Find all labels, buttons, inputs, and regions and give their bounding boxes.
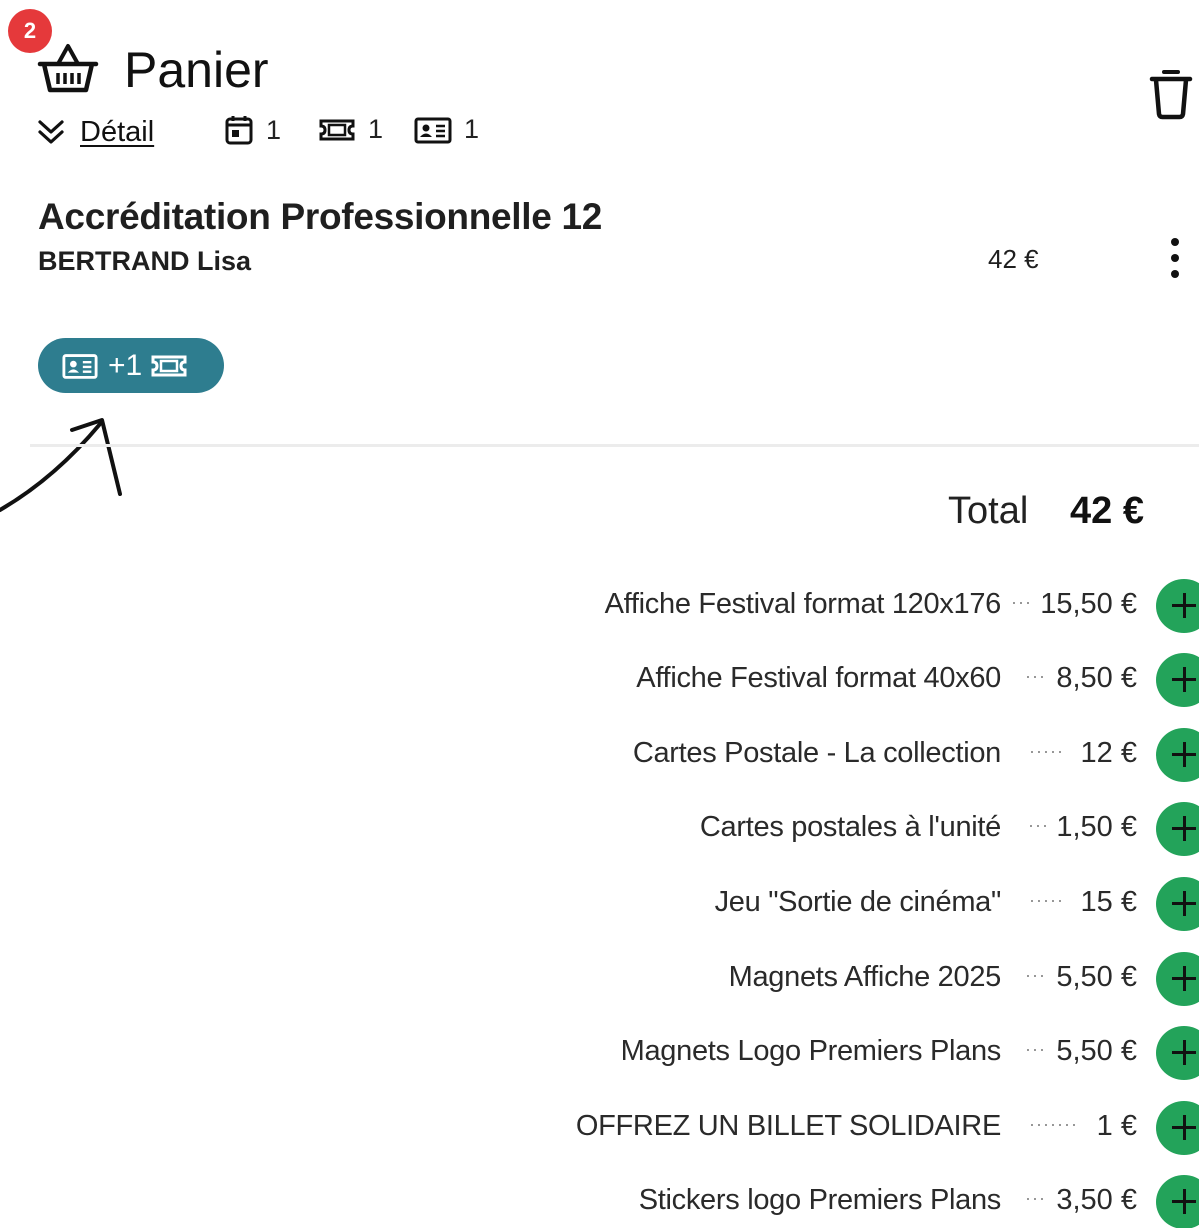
basket-icon <box>37 44 99 93</box>
cart-item-price: 42 € <box>988 244 1039 274</box>
page-title: Panier <box>124 42 269 98</box>
id-card-icon <box>414 117 452 143</box>
product-price: 5,50 € <box>1056 961 1137 993</box>
product-name: Jeu "Sortie de cinéma" <box>714 886 1002 918</box>
total-value: 42 € <box>1070 490 1144 532</box>
product-price: 15,50 € <box>1040 588 1137 620</box>
section-divider <box>30 444 1199 447</box>
add-product-button[interactable] <box>1156 1101 1199 1155</box>
hand-drawn-arrow-icon <box>0 418 122 512</box>
product-name: Affiche Festival format 120x176 <box>604 588 1002 620</box>
add-product-button[interactable] <box>1156 1026 1199 1080</box>
counter-dates-value: 1 <box>266 114 282 145</box>
product-price: 8,50 € <box>1056 662 1137 694</box>
product-row: OFFREZ UN BILLET SOLIDAIRE ······· 1 € <box>0 1100 1199 1156</box>
product-name: Magnets Affiche 2025 <box>728 961 1002 993</box>
ticket-icon <box>319 119 355 140</box>
add-ticket-to-pass-button[interactable]: +1 <box>38 338 224 393</box>
counter-tickets: 1 <box>318 114 383 145</box>
product-dots: ······· <box>1029 1114 1078 1134</box>
product-dots: ··· <box>1028 815 1049 835</box>
product-price: 3,50 € <box>1056 1184 1137 1216</box>
calendar-icon <box>225 116 253 145</box>
detail-link[interactable]: Détail <box>80 116 154 149</box>
product-row: Magnets Logo Premiers Plans ··· 5,50 € <box>0 1025 1199 1081</box>
product-row: Cartes postales à l'unité ··· 1,50 € <box>0 801 1199 857</box>
counter-tickets-value: 1 <box>368 114 384 144</box>
counter-passes-value: 1 <box>464 114 480 144</box>
product-row: Magnets Affiche 2025 ··· 5,50 € <box>0 951 1199 1007</box>
product-dots: ··· <box>1025 666 1046 686</box>
add-product-button[interactable] <box>1156 952 1199 1006</box>
product-dots: ··· <box>1025 1039 1046 1059</box>
product-name: Stickers logo Premiers Plans <box>638 1184 1002 1216</box>
product-row: Affiche Festival format 120x176 ··· 15,5… <box>0 578 1199 634</box>
product-dots: ····· <box>1029 741 1064 761</box>
counter-dates: 1 <box>224 114 281 146</box>
product-price: 1 € <box>1096 1110 1137 1142</box>
product-name: Affiche Festival format 40x60 <box>636 662 1001 694</box>
cart-item-name: Accréditation Professionnelle 12 <box>38 196 603 237</box>
id-card-icon <box>62 353 98 379</box>
trash-icon[interactable] <box>1148 66 1194 120</box>
product-dots: ····· <box>1029 890 1064 910</box>
product-name: Magnets Logo Premiers Plans <box>620 1035 1002 1067</box>
product-dots: ··· <box>1025 965 1046 985</box>
product-dots: ··· <box>1025 1188 1046 1208</box>
product-row: Cartes Postale - La collection ····· 12 … <box>0 727 1199 783</box>
product-price: 15 € <box>1080 886 1137 918</box>
ticket-icon <box>151 355 187 376</box>
product-price: 1,50 € <box>1056 811 1137 843</box>
product-name: OFFREZ UN BILLET SOLIDAIRE <box>575 1110 1001 1142</box>
chevrons-down-icon <box>38 120 64 144</box>
product-price: 5,50 € <box>1056 1035 1137 1067</box>
add-product-button[interactable] <box>1156 1175 1199 1228</box>
add-product-button[interactable] <box>1156 728 1199 782</box>
add-product-button[interactable] <box>1156 579 1199 633</box>
cart-item-holder: BERTRAND Lisa <box>38 246 252 276</box>
detail-toggle[interactable]: Détail <box>36 112 154 152</box>
product-row: Jeu "Sortie de cinéma" ····· 15 € <box>0 876 1199 932</box>
add-product-button[interactable] <box>1156 802 1199 856</box>
product-dots: ··· <box>1011 592 1032 612</box>
product-name: Cartes Postale - La collection <box>632 737 1001 769</box>
product-row: Affiche Festival format 40x60 ··· 8,50 € <box>0 652 1199 708</box>
pill-label: +1 <box>108 348 143 382</box>
add-product-button[interactable] <box>1156 877 1199 931</box>
add-product-button[interactable] <box>1156 653 1199 707</box>
product-price: 12 € <box>1080 737 1137 769</box>
product-name: Cartes postales à l'unité <box>699 811 1001 843</box>
more-options-icon[interactable] <box>1162 236 1188 280</box>
total-label: Total <box>948 490 1029 532</box>
product-row: Stickers logo Premiers Plans ··· 3,50 € <box>0 1174 1199 1228</box>
counter-passes: 1 <box>414 114 479 145</box>
